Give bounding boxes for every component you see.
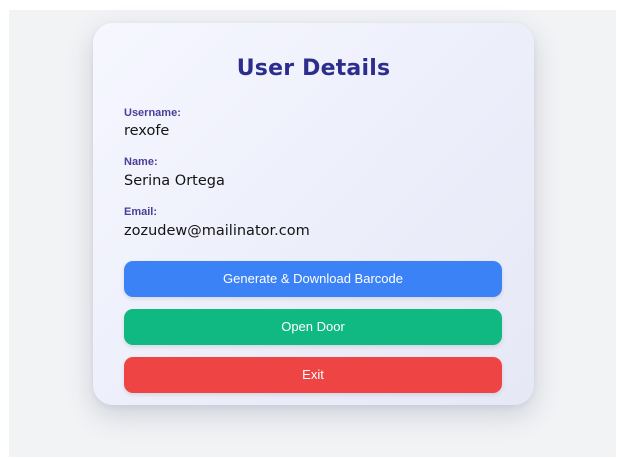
- page-background: User Details Username: rexofe Name: Seri…: [9, 10, 616, 457]
- open-door-button[interactable]: Open Door: [124, 309, 502, 345]
- email-label: Email:: [124, 206, 158, 218]
- name-label: Name:: [124, 156, 158, 168]
- username-label: Username:: [124, 107, 181, 119]
- generate-download-barcode-button[interactable]: Generate & Download Barcode: [124, 261, 502, 297]
- email-value: zozudew@mailinator.com: [124, 223, 310, 239]
- user-details-card: User Details Username: rexofe Name: Seri…: [93, 23, 534, 405]
- card-title: User Details: [236, 56, 391, 81]
- username-value: rexofe: [124, 123, 170, 139]
- exit-button[interactable]: Exit: [124, 357, 502, 393]
- name-value: Serina Ortega: [124, 173, 225, 189]
